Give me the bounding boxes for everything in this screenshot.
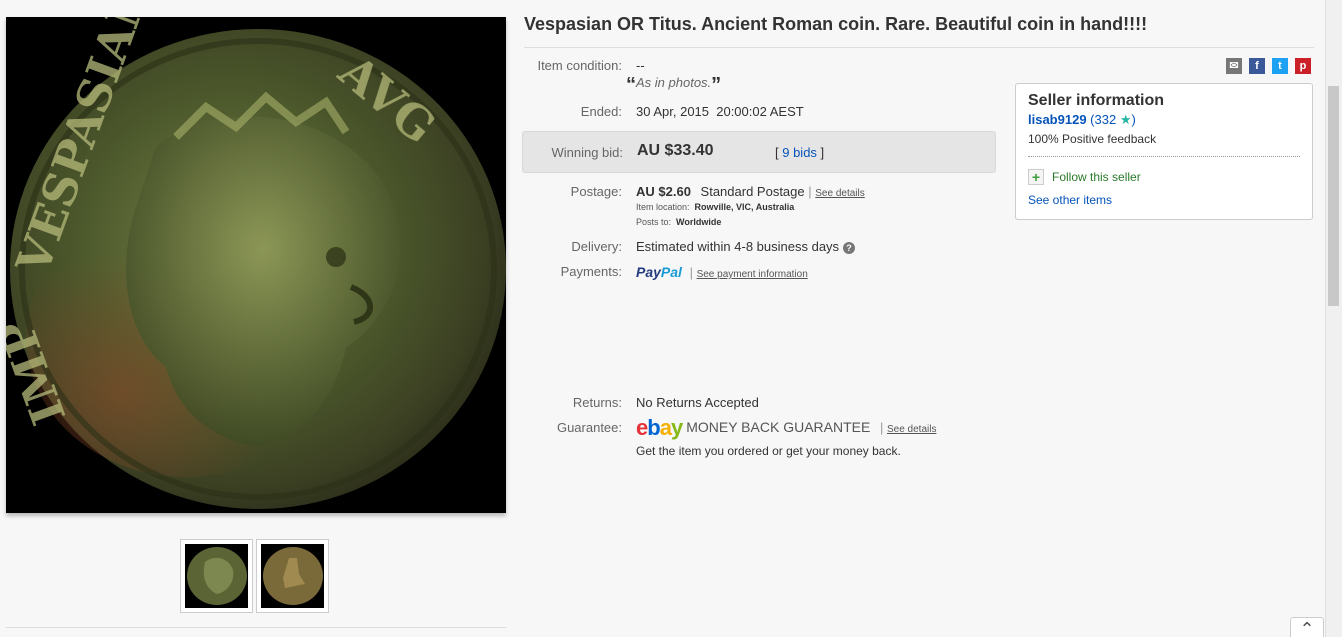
ebay-logo: ebay	[636, 415, 683, 440]
winning-bid-box: Winning bid: AU $33.40 [ 9 bids ]	[522, 131, 996, 173]
postage-price: AU $2.60	[636, 184, 691, 199]
listing-title: Vespasian OR Titus. Ancient Roman coin. …	[524, 14, 1314, 48]
paypal-logo: PayPal	[636, 264, 682, 280]
postage-label: Postage:	[570, 184, 622, 199]
ended-value: 30 Apr, 2015 20:00:02 AEST	[636, 104, 804, 119]
payments-label: Payments:	[560, 264, 622, 279]
thumbnail-obverse[interactable]	[180, 539, 253, 613]
bids-count: [ 9 bids ]	[775, 145, 825, 160]
payments-value: PayPal | See payment information	[636, 264, 808, 280]
thumbnail-reverse-image	[261, 544, 324, 608]
condition-label: Item condition:	[537, 58, 622, 73]
delivery-label: Delivery:	[571, 239, 622, 254]
twitter-icon[interactable]: t	[1272, 58, 1288, 74]
seller-divider	[1028, 156, 1300, 157]
coin-obverse-image: VESPASIAN AVG IMP	[6, 17, 506, 513]
chevron-up-icon: ⌃	[1299, 619, 1315, 637]
main-item-image[interactable]: VESPASIAN AVG IMP	[6, 17, 506, 513]
guarantee-label: Guarantee:	[556, 420, 622, 435]
winning-bid-label: Winning bid:	[551, 145, 623, 160]
guarantee-see-details-link[interactable]: See details	[887, 424, 936, 435]
postage-method: Standard Postage	[700, 184, 805, 199]
left-divider	[6, 627, 506, 628]
seller-score-link[interactable]: (332 ★)	[1090, 112, 1136, 127]
pinterest-icon[interactable]: p	[1295, 58, 1311, 74]
posts-to: Posts to: Worldwide	[636, 217, 722, 227]
follow-seller-label: Follow this seller	[1052, 170, 1141, 184]
scrollbar-thumb[interactable]	[1328, 86, 1339, 306]
item-location: Item location: Rowville, VIC, Australia	[636, 202, 795, 212]
page-scrollbar[interactable]	[1325, 0, 1342, 637]
returns-value: No Returns Accepted	[636, 395, 759, 410]
seller-feedback: 100% Positive feedback	[1028, 132, 1157, 146]
returns-label: Returns:	[572, 395, 622, 410]
condition-value: --	[636, 58, 645, 73]
condition-note: “As in photos.”	[626, 74, 722, 96]
seller-line: lisab9129 (332 ★)	[1028, 112, 1300, 128]
delivery-value: Estimated within 4-8 business days?	[636, 239, 856, 254]
thumbnail-obverse-image	[185, 544, 248, 608]
thumbnail-reverse[interactable]	[256, 539, 329, 613]
postage-see-details-link[interactable]: See details	[815, 188, 864, 199]
follow-seller-button[interactable]: + Follow this seller	[1028, 169, 1300, 185]
help-icon[interactable]: ?	[843, 242, 856, 254]
plus-icon: +	[1028, 169, 1044, 185]
facebook-icon[interactable]: f	[1249, 58, 1265, 74]
seller-info-box: Seller information lisab9129 (332 ★) 100…	[1015, 83, 1313, 220]
guarantee-subtext: Get the item you ordered or get your mon…	[636, 444, 901, 458]
guarantee-value: ebay MONEY BACK GUARANTEE | See details	[636, 415, 937, 440]
postage-value: AU $2.60 Standard Postage | See details	[636, 184, 865, 199]
thumbnail-strip	[180, 539, 329, 613]
star-icon: ★	[1119, 112, 1132, 127]
share-icons: ✉ f t p	[1226, 58, 1311, 74]
bids-link[interactable]: 9 bids	[782, 145, 817, 160]
seller-info-title: Seller information	[1028, 92, 1165, 109]
email-share-icon[interactable]: ✉	[1226, 58, 1242, 74]
see-other-items-link[interactable]: See other items	[1028, 193, 1300, 207]
payment-info-link[interactable]: See payment information	[697, 269, 808, 280]
seller-username-link[interactable]: lisab9129	[1028, 112, 1087, 127]
winning-bid-value: AU $33.40	[637, 142, 714, 159]
back-to-top-button[interactable]: ⌃	[1290, 617, 1324, 637]
ended-label: Ended:	[580, 104, 622, 119]
money-back-guarantee: MONEY BACK GUARANTEE	[686, 419, 871, 435]
